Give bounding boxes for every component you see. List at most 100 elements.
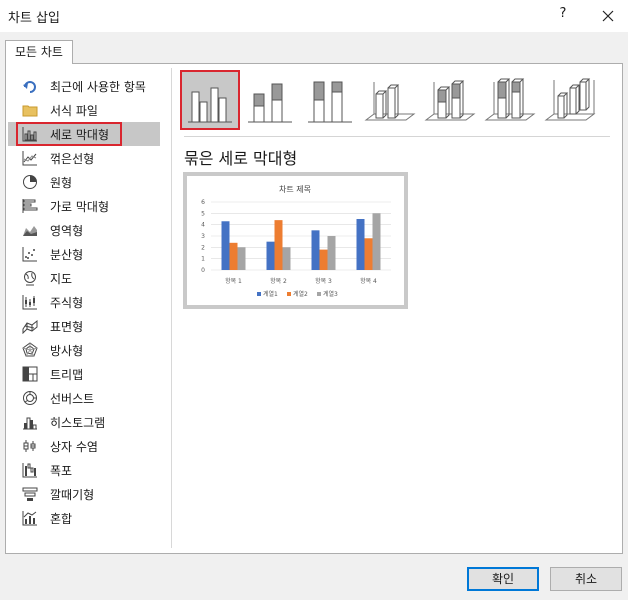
sidebar-item[interactable]: 영역형 [8,218,160,242]
sidebar-item[interactable]: 최근에 사용한 항목 [8,74,160,98]
sidebar-item[interactable]: 원형 [8,170,160,194]
pie-chart-icon [22,174,38,190]
sidebar-item-label: 영역형 [50,223,84,238]
legend-swatch [317,292,321,296]
area-chart-icon [22,222,38,238]
help-button[interactable]: ? [555,6,571,26]
3d-clustered-column-thumbnail[interactable] [360,70,420,130]
bar [229,242,238,270]
title-bar: 차트 삽입 ? [0,0,628,32]
scatter-chart-icon [22,246,38,262]
bar [319,249,328,270]
bar [372,213,381,270]
3d-stacked-column-thumbnail[interactable] [420,70,480,130]
sidebar-item[interactable]: 표면형 [8,314,160,338]
sidebar-item[interactable]: 지도 [8,266,160,290]
sidebar-item-label: 폭포 [50,463,73,478]
3d-column-thumbnail[interactable] [540,70,600,130]
column-chart-icon [22,126,38,142]
sidebar-item-label: 혼합 [50,511,73,526]
cancel-button[interactable]: 취소 [550,567,622,591]
sidebar-item[interactable]: 혼합 [8,506,160,530]
sidebar-item[interactable]: 상자 수염 [8,434,160,458]
bar [327,236,336,270]
sidebar-item[interactable]: 꺾은선형 [8,146,160,170]
ok-button[interactable]: 확인 [467,567,539,591]
sidebar-item-label: 방사형 [50,343,84,358]
sidebar-item-label: 원형 [50,175,73,190]
sidebar-item[interactable]: 폭포 [8,458,160,482]
3d-100-stacked-column-thumbnail[interactable] [480,70,540,130]
sidebar-item-label: 표면형 [50,319,84,334]
stacked-column-thumbnail[interactable] [240,70,300,130]
y-tick-label: 2 [201,244,205,251]
100-stacked-column-icon [308,81,352,123]
y-tick-label: 3 [201,233,205,240]
legend-label: 계열1 [263,290,278,298]
close-icon [602,10,614,22]
3d-100-stacked-column-icon [484,78,536,121]
histogram-chart-icon [22,414,38,430]
map-chart-icon [22,270,38,286]
sidebar-item[interactable]: 선버스트 [8,386,160,410]
sidebar-item-label: 분산형 [50,247,84,262]
sidebar-item-label: 가로 막대형 [50,199,110,214]
legend-swatch [257,292,261,296]
sidebar-item[interactable]: 분산형 [8,242,160,266]
sidebar-item-label: 서식 파일 [50,103,98,118]
sidebar-item[interactable]: 세로 막대형 [8,122,160,146]
sidebar-item[interactable]: 깔때기형 [8,482,160,506]
3d-column-icon [544,78,596,121]
x-tick-label: 항목 1 [225,277,242,285]
y-tick-label: 5 [201,210,205,217]
sidebar-item[interactable]: 주식형 [8,290,160,314]
stacked-column-icon [248,83,292,123]
bar [274,220,283,270]
legend-swatch [287,292,291,296]
bar-chart-icon [22,198,38,214]
tab-all-charts[interactable]: 모든 차트 [5,40,73,64]
bar [237,247,246,270]
sidebar-item[interactable]: 서식 파일 [8,98,160,122]
sidebar-item[interactable]: 히스토그램 [8,410,160,434]
100-stacked-column-thumbnail[interactable] [300,70,360,130]
combo-chart-icon [22,510,38,526]
legend-label: 계열2 [293,290,308,298]
legend-label: 계열3 [323,290,338,298]
y-tick-label: 1 [201,256,205,263]
clustered-column-icon [188,87,232,123]
x-tick-label: 항목 4 [360,277,377,285]
undo-arrow-icon [22,78,38,94]
sidebar-item-label: 히스토그램 [50,415,106,430]
clustered-column-thumbnail[interactable] [180,70,240,130]
divider [171,68,172,548]
sunburst-chart-icon [22,390,38,406]
treemap-chart-icon [22,366,38,382]
sidebar-item[interactable]: 방사형 [8,338,160,362]
sidebar-item-label: 꺾은선형 [50,151,95,166]
bar [311,230,320,270]
3d-stacked-column-icon [424,80,476,121]
subtype-title: 묶은 세로 막대형 [184,149,298,168]
funnel-chart-icon [22,486,38,502]
sidebar-item-label: 주식형 [50,295,84,310]
sidebar-item-label: 선버스트 [50,391,95,406]
sidebar-item[interactable]: 가로 막대형 [8,194,160,218]
sidebar-item-label: 지도 [50,271,73,286]
sidebar-item-label: 트리맵 [50,367,84,382]
sidebar-item[interactable]: 트리맵 [8,362,160,386]
bar [364,238,373,270]
waterfall-chart-icon [22,462,38,478]
bar [266,241,275,270]
chart-title: 차트 제목 [279,185,311,194]
surface-chart-icon [22,318,38,335]
close-button[interactable] [598,6,618,26]
bar [282,247,291,270]
sidebar-item-label: 최근에 사용한 항목 [50,79,146,94]
chart-preview[interactable]: 차트 제목 0 1 2 3 4 5 6 항목 1 항목 2 항목 3 항목 4 계열1 계열2 계열3 [183,172,408,309]
sidebar-item-label: 세로 막대형 [50,127,110,142]
x-tick-label: 항목 3 [315,277,332,285]
sidebar-item-label: 깔때기형 [50,487,95,502]
radar-chart-icon [22,342,38,358]
chart-svg: 차트 제목 0 1 2 3 4 5 6 항목 1 항목 2 항목 3 항목 4 계열1 계열2 계열3 [201,185,391,298]
